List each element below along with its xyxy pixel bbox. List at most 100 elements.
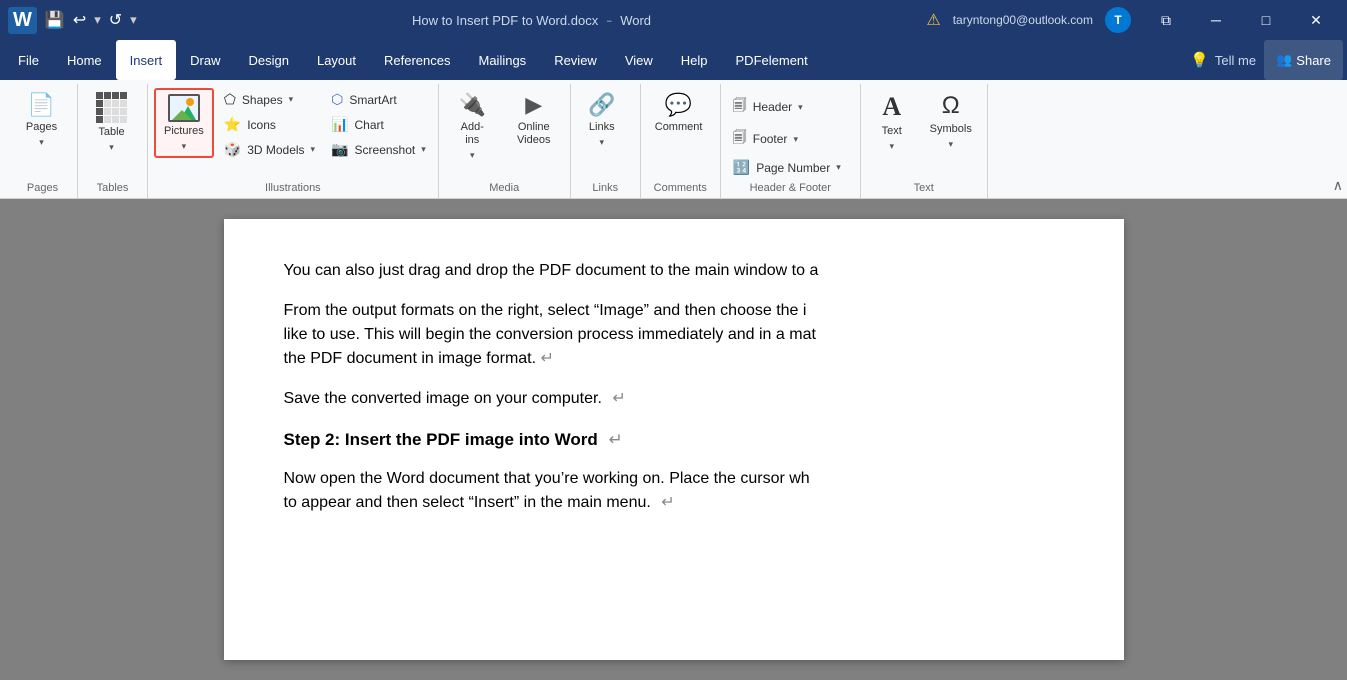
text-dropdown-arrow: ▾ bbox=[889, 141, 894, 152]
footer-label: Footer bbox=[753, 132, 788, 146]
undo-dropdown-icon[interactable]: ▾ bbox=[94, 12, 101, 28]
pictures-label: Pictures bbox=[164, 125, 204, 138]
save-icon[interactable]: 💾 bbox=[45, 10, 65, 30]
ribbon-group-links: 🔗 Links ▾ Links bbox=[571, 84, 641, 198]
comment-label: Comment bbox=[655, 121, 703, 134]
share-icon: 👥 bbox=[1276, 52, 1292, 68]
pages-group-items: 📄 Pages ▾ bbox=[14, 84, 69, 179]
ribbon-group-tables: Table ▾ Tables bbox=[78, 84, 148, 198]
restore-button[interactable]: ⧉ bbox=[1143, 6, 1189, 34]
paragraph-1: You can also just drag and drop the PDF … bbox=[284, 259, 1064, 283]
pictures-icon bbox=[168, 94, 200, 122]
paragraph-4: Now open the Word document that you’re w… bbox=[284, 467, 1064, 515]
3d-models-dropdown-arrow: ▾ bbox=[311, 144, 316, 155]
links-group-items: 🔗 Links ▾ bbox=[577, 84, 627, 179]
icons-button[interactable]: ⭐ Icons bbox=[218, 113, 321, 136]
user-avatar[interactable]: T bbox=[1105, 7, 1131, 33]
table-button[interactable]: Table ▾ bbox=[84, 88, 139, 157]
close-button[interactable]: ✕ bbox=[1293, 6, 1339, 34]
step2-mark: ↵ bbox=[608, 430, 622, 449]
para4-line1: Now open the Word document that you’re w… bbox=[284, 470, 810, 487]
menu-review[interactable]: Review bbox=[540, 40, 611, 80]
menu-pdfelement[interactable]: PDFelement bbox=[722, 40, 822, 80]
symbols-icon: Ω bbox=[942, 92, 960, 120]
shapes-button[interactable]: ⬠ Shapes ▾ bbox=[218, 88, 321, 111]
shapes-label: Shapes bbox=[242, 93, 283, 107]
icons-label: Icons bbox=[247, 118, 276, 132]
3d-models-button[interactable]: 🎲 3D Models ▾ bbox=[218, 138, 321, 161]
document-page[interactable]: You can also just drag and drop the PDF … bbox=[224, 219, 1124, 660]
menu-home[interactable]: Home bbox=[53, 40, 116, 80]
customize-qat-icon[interactable]: ▾ bbox=[130, 12, 137, 28]
menu-view[interactable]: View bbox=[611, 40, 667, 80]
text-group-label: Text bbox=[867, 179, 981, 198]
pictures-button[interactable]: Pictures ▾ bbox=[154, 88, 214, 158]
hf-group-items: 🗐 Header ▾ 🗐 Footer ▾ 🔢 Page Number ▾ bbox=[727, 84, 847, 179]
smartart-button[interactable]: ⬡ SmartArt bbox=[325, 88, 432, 111]
word-logo-icon: W bbox=[8, 7, 37, 34]
menu-file[interactable]: File bbox=[4, 40, 53, 80]
para3-mark: ↵ bbox=[612, 390, 625, 407]
links-label: Links bbox=[589, 121, 615, 134]
pages-icon: 📄 bbox=[28, 92, 55, 118]
3d-models-icon: 🎲 bbox=[224, 141, 241, 158]
footer-button[interactable]: 🗐 Footer ▾ bbox=[727, 124, 847, 154]
illustrations-right-col: ⬠ Shapes ▾ ⭐ Icons 🎲 3D Models ▾ bbox=[218, 88, 321, 161]
tell-me-input[interactable]: Tell me bbox=[1215, 53, 1256, 68]
text-label: Text bbox=[882, 125, 902, 138]
menu-help[interactable]: Help bbox=[667, 40, 722, 80]
comment-button[interactable]: 💬 Comment bbox=[647, 88, 711, 138]
pages-button[interactable]: 📄 Pages ▾ bbox=[14, 88, 69, 152]
menu-layout[interactable]: Layout bbox=[303, 40, 370, 80]
header-icon: 🗐 bbox=[733, 95, 747, 119]
step2-heading: Step 2: Insert the PDF image into Word ↵ bbox=[284, 427, 1064, 453]
shapes-icon: ⬠ bbox=[224, 91, 236, 108]
chart-button[interactable]: 📊 Chart bbox=[325, 113, 432, 136]
para4-line2: to appear and then select “Insert” in th… bbox=[284, 494, 651, 511]
table-dropdown-arrow: ▾ bbox=[109, 142, 114, 153]
user-initial: T bbox=[1114, 13, 1121, 27]
symbols-label: Symbols bbox=[930, 123, 972, 136]
menu-references[interactable]: References bbox=[370, 40, 464, 80]
links-icon: 🔗 bbox=[588, 92, 615, 118]
step2-text: Step 2: Insert the PDF image into Word bbox=[284, 430, 598, 449]
hf-col: 🗐 Header ▾ 🗐 Footer ▾ 🔢 Page Number ▾ bbox=[727, 88, 847, 179]
page-number-button[interactable]: 🔢 Page Number ▾ bbox=[727, 156, 847, 179]
para1-text: You can also just drag and drop the PDF … bbox=[284, 262, 819, 279]
smartart-icon: ⬡ bbox=[331, 91, 343, 108]
chart-icon: 📊 bbox=[331, 116, 348, 133]
document-area: You can also just drag and drop the PDF … bbox=[0, 199, 1347, 680]
addins-button[interactable]: 🔌 Add-ins ▾ bbox=[445, 88, 500, 165]
table-icon bbox=[96, 92, 127, 123]
menu-draw[interactable]: Draw bbox=[176, 40, 234, 80]
app-name: Word bbox=[620, 13, 651, 28]
smartart-label: SmartArt bbox=[349, 93, 396, 107]
menu-insert[interactable]: Insert bbox=[116, 40, 177, 80]
text-button[interactable]: A Text ▾ bbox=[867, 88, 917, 156]
online-videos-button[interactable]: ▶ OnlineVideos bbox=[504, 88, 564, 151]
minimize-button[interactable]: ─ bbox=[1193, 6, 1239, 34]
shapes-dropdown-arrow: ▾ bbox=[289, 94, 294, 105]
ribbon-collapse-arrow[interactable]: ∧ bbox=[1333, 177, 1343, 194]
screenshot-button[interactable]: 📷 Screenshot ▾ bbox=[325, 138, 432, 161]
header-button[interactable]: 🗐 Header ▾ bbox=[727, 92, 847, 122]
menu-design[interactable]: Design bbox=[235, 40, 303, 80]
menu-mailings[interactable]: Mailings bbox=[465, 40, 541, 80]
ribbon-group-pages: 📄 Pages ▾ Pages bbox=[8, 84, 78, 198]
page-number-icon: 🔢 bbox=[733, 159, 750, 176]
user-email: taryntong00@outlook.com bbox=[953, 13, 1093, 27]
paragraph-3: Save the converted image on your compute… bbox=[284, 387, 1064, 411]
ribbon-group-header-footer: 🗐 Header ▾ 🗐 Footer ▾ 🔢 Page Number ▾ He… bbox=[721, 84, 861, 198]
title-separator: - bbox=[606, 10, 612, 31]
redo-icon[interactable]: ↺ bbox=[109, 10, 122, 30]
symbols-button[interactable]: Ω Symbols ▾ bbox=[921, 88, 981, 154]
ribbon-group-media: 🔌 Add-ins ▾ ▶ OnlineVideos Media bbox=[439, 84, 571, 198]
tables-group-label: Tables bbox=[84, 179, 141, 198]
links-button[interactable]: 🔗 Links ▾ bbox=[577, 88, 627, 152]
maximize-button[interactable]: □ bbox=[1243, 6, 1289, 34]
share-button[interactable]: 👥 Share bbox=[1264, 40, 1343, 80]
undo-icon[interactable]: ↩ bbox=[73, 10, 86, 30]
ribbon-group-illustrations: Pictures ▾ ⬠ Shapes ▾ ⭐ Icons 🎲 3D Model… bbox=[148, 84, 439, 198]
page-number-label: Page Number bbox=[756, 161, 830, 175]
table-label: Table bbox=[98, 126, 124, 139]
